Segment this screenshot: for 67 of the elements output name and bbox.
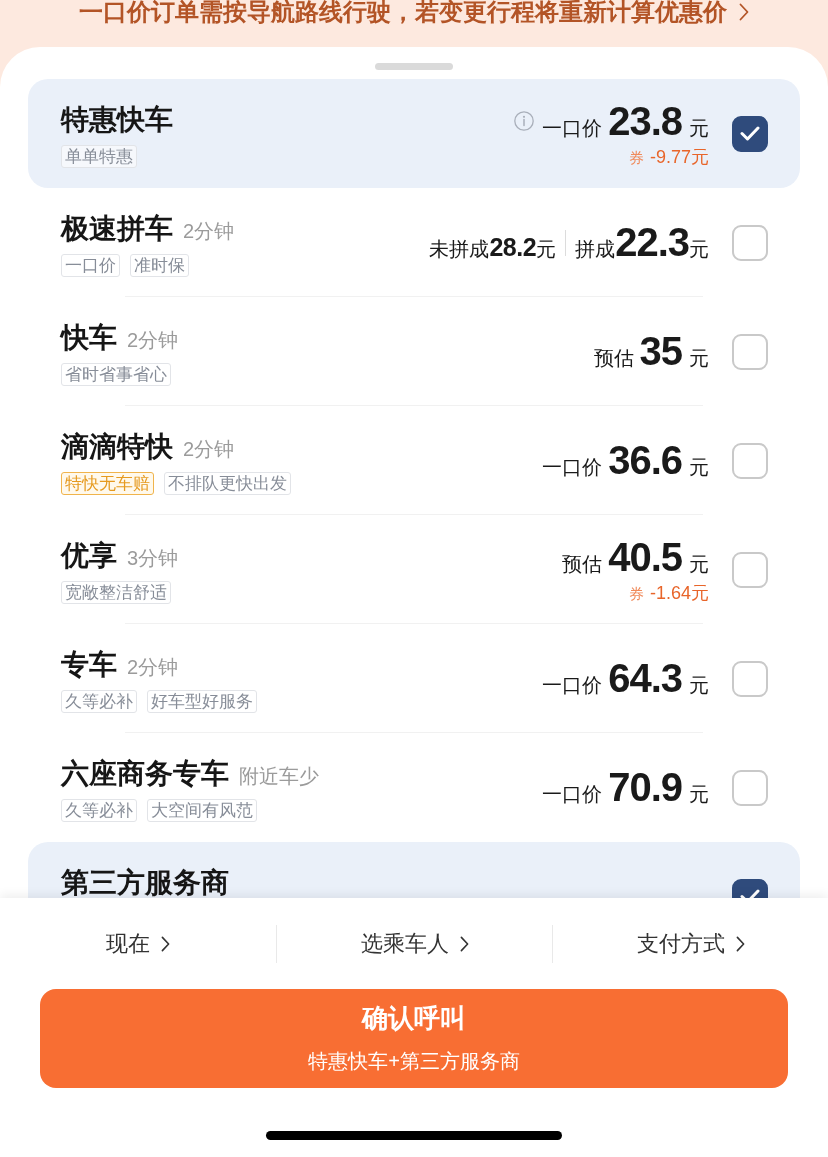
price-unit: 元 (689, 346, 709, 371)
price-label: 一口价 (542, 115, 603, 141)
price-label: 预估 (562, 551, 603, 577)
ride-name: 专车 (61, 650, 117, 680)
feature-tag: 大空间有风范 (147, 799, 257, 822)
checkbox[interactable] (732, 115, 768, 152)
price-label: 一口价 (542, 455, 603, 480)
price-label: 一口价 (542, 782, 603, 807)
feature-tag: 不排队更快出发 (164, 472, 291, 495)
coupon-mark: 券 (628, 148, 644, 168)
drag-handle[interactable] (375, 63, 453, 70)
checkmark-icon (740, 126, 760, 141)
coupon-mark: 券 (628, 584, 644, 604)
price-unit: 元 (689, 782, 709, 807)
ride-name: 优享 (61, 541, 117, 571)
feature-tag: 好车型好服务 (147, 690, 257, 713)
ride-option-card[interactable]: 第三方服务商 (28, 842, 800, 898)
price-label: 未拼成 (429, 237, 490, 262)
ride-name: 六座商务专车 (61, 759, 229, 789)
feature-tag: 省时省事省心 (61, 363, 171, 386)
chevron-icon (161, 936, 170, 952)
coupon-discount: -1.64元 (649, 581, 709, 605)
feature-tag: 单单特惠 (61, 145, 137, 168)
feature-tag: 一口价 (61, 254, 120, 277)
info-icon[interactable] (514, 111, 535, 131)
price-amount: 64.3 (608, 656, 682, 701)
price-amount: 36.6 (608, 438, 682, 483)
price-amount: 22.3 (615, 220, 689, 265)
ride-name: 第三方服务商 (61, 868, 229, 898)
feature-tag: 特快无车赔 (61, 472, 154, 495)
chevron-icon (735, 936, 745, 952)
price-amount: 35 (639, 329, 682, 374)
price-unit: 元 (689, 238, 709, 262)
price-unit: 元 (689, 115, 709, 141)
price-amount: 28.2 (489, 233, 537, 262)
chevron-icon (739, 3, 749, 21)
feature-tag: 久等必补 (61, 799, 137, 822)
price-label: 拼成 (575, 237, 616, 262)
price-label: 一口价 (542, 673, 603, 698)
option-link[interactable]: 现在 (106, 930, 170, 958)
ride-name: 快车 (61, 323, 117, 353)
ride-name: 极速拼车 (61, 214, 173, 244)
coupon-discount: -9.77元 (649, 145, 709, 169)
feature-tag: 久等必补 (61, 690, 137, 713)
feature-tag: 准时保 (130, 254, 189, 277)
option-link[interactable]: 选乘车人 (360, 930, 469, 958)
price-amount: 70.9 (608, 765, 682, 810)
price-amount: 40.5 (608, 534, 682, 580)
price-label: 预估 (593, 346, 634, 371)
option-link[interactable]: 支付方式 (636, 930, 745, 958)
ride-note: 2分钟 (183, 219, 235, 243)
ride-note: 3分钟 (127, 546, 179, 570)
ride-note: 2分钟 (127, 655, 179, 679)
ride-option-card[interactable]: 特惠快车 单单特惠 一口价 23.8 元 券 -9.77元 (28, 79, 800, 188)
price-unit: 元 (536, 237, 557, 262)
price-amount: 23.8 (608, 98, 682, 144)
ride-note: 2分钟 (127, 328, 179, 352)
ride-note: 附近车少 (239, 764, 319, 788)
ride-note: 2分钟 (183, 437, 235, 461)
notice-link[interactable]: 一口价订单需按导航路线行驶，若变更行程将重新计算优惠价 (79, 0, 749, 25)
ride-name: 滴滴特快 (61, 432, 173, 462)
feature-tag: 宽敞整洁舒适 (61, 581, 171, 604)
price-unit: 元 (689, 455, 709, 480)
ride-name: 特惠快车 (61, 105, 173, 135)
price-unit: 元 (689, 551, 709, 577)
price-unit: 元 (689, 673, 709, 698)
chevron-icon (459, 936, 469, 952)
